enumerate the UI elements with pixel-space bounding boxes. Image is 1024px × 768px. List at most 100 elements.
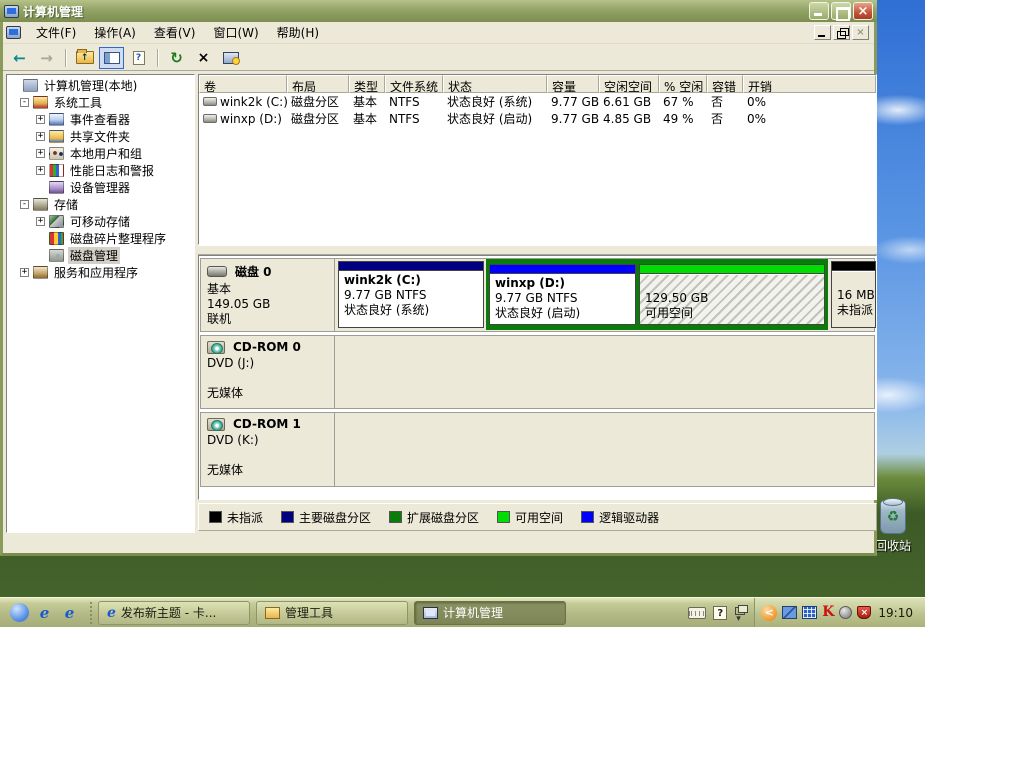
mdi-close-button[interactable]: × bbox=[852, 25, 869, 40]
unallocated-region[interactable]: 16 MB 未指派 bbox=[831, 261, 876, 328]
clock[interactable]: 19:10 bbox=[876, 606, 917, 620]
internet-explorer-icon[interactable]: e bbox=[35, 603, 54, 622]
expand-icon[interactable]: + bbox=[36, 166, 45, 175]
expand-icon[interactable]: + bbox=[36, 149, 45, 158]
tree-item-storage[interactable]: - 存储 bbox=[7, 196, 194, 213]
column-header-faulttolerance[interactable]: 容错 bbox=[707, 75, 743, 93]
menu-view[interactable]: 查看(V) bbox=[145, 21, 205, 44]
tree-item-local-users-groups[interactable]: + 本地用户和组 bbox=[7, 145, 194, 162]
mdi-minimize-button[interactable] bbox=[814, 25, 831, 40]
volume-list: 卷 布局 类型 文件系统 状态 容量 空闲空间 % 空闲 容错 开销 wink2… bbox=[198, 74, 877, 245]
disk0-row: 磁盘 0 基本 149.05 GB 联机 wink2k (C:) 9.77 GB… bbox=[200, 258, 876, 332]
tree-item-label[interactable]: 磁盘碎片整理程序 bbox=[68, 230, 168, 247]
menu-help[interactable]: 帮助(H) bbox=[268, 21, 328, 44]
properties-button[interactable]: ? bbox=[126, 47, 151, 69]
column-header-filesystem[interactable]: 文件系统 bbox=[385, 75, 443, 93]
volume-cell: 4.85 GB bbox=[603, 111, 652, 126]
free-space-region[interactable]: 129.50 GB 可用空间 bbox=[639, 264, 825, 325]
column-header-status[interactable]: 状态 bbox=[443, 75, 547, 93]
menu-window[interactable]: 窗口(W) bbox=[204, 21, 267, 44]
cdrom0-header[interactable]: CD-ROM 0 DVD (J:) 无媒体 bbox=[201, 336, 335, 408]
cdrom0-media: 无媒体 bbox=[207, 386, 244, 400]
maximize-button[interactable] bbox=[831, 2, 851, 21]
column-header-percentfree[interactable]: % 空闲 bbox=[659, 75, 707, 93]
column-header-overhead[interactable]: 开销 bbox=[743, 75, 876, 93]
tree-item-services-applications[interactable]: + 服务和应用程序 bbox=[7, 264, 194, 281]
cdrom1-media: 无媒体 bbox=[207, 463, 244, 477]
task-button-forum-post[interactable]: e 发布新主题 - 卡... bbox=[98, 600, 250, 625]
column-header-type[interactable]: 类型 bbox=[349, 75, 385, 93]
menu-file[interactable]: 文件(F) bbox=[27, 21, 85, 44]
task-button-computer-management[interactable]: 计算机管理 bbox=[414, 600, 566, 625]
tree-item-system-tools[interactable]: - 系统工具 bbox=[7, 94, 194, 111]
tree-item-disk-defragmenter[interactable]: 磁盘碎片整理程序 bbox=[7, 230, 194, 247]
cdrom1-header[interactable]: CD-ROM 1 DVD (K:) 无媒体 bbox=[201, 413, 335, 486]
close-button[interactable]: × bbox=[853, 2, 873, 20]
cdrom0-name: CD-ROM 0 bbox=[233, 340, 301, 354]
tree-item-label[interactable]: 系统工具 bbox=[52, 94, 104, 111]
title-bar[interactable]: 计算机管理 × bbox=[0, 0, 877, 22]
tree-item-label[interactable]: 磁盘管理 bbox=[68, 247, 121, 264]
task-button-admin-tools[interactable]: 管理工具 bbox=[256, 600, 408, 625]
volume-row-winxp[interactable]: winxp (D:) 磁盘分区 基本 NTFS 状态良好 (启动) 9.77 G… bbox=[199, 110, 876, 127]
firewall-icon[interactable] bbox=[802, 606, 818, 619]
tree-item-removable-storage[interactable]: + 可移动存储 bbox=[7, 213, 194, 230]
keyboard-layout-icon[interactable] bbox=[688, 606, 707, 619]
tree-item-label[interactable]: 事件查看器 bbox=[68, 111, 132, 128]
tree-item-computer-management[interactable]: 计算机管理(本地) bbox=[7, 77, 194, 94]
language-bar-restore-icon[interactable]: ▾ bbox=[734, 604, 749, 624]
column-header-volume[interactable]: 卷 bbox=[199, 75, 287, 93]
volume-icon[interactable] bbox=[839, 606, 853, 619]
column-header-layout[interactable]: 布局 bbox=[287, 75, 349, 93]
expand-icon[interactable]: + bbox=[20, 268, 29, 277]
volume-cell: 基本 bbox=[353, 95, 378, 109]
tree-item-label[interactable]: 服务和应用程序 bbox=[52, 264, 140, 281]
tree-item-label[interactable]: 本地用户和组 bbox=[68, 145, 144, 162]
tree-item-label[interactable]: 性能日志和警报 bbox=[68, 162, 156, 179]
partition-wink2k[interactable]: wink2k (C:) 9.77 GB NTFS 状态良好 (系统) bbox=[338, 261, 484, 328]
hide-icons-chevron[interactable]: < bbox=[761, 604, 778, 621]
system-tools-icon bbox=[33, 96, 48, 109]
network-icon[interactable] bbox=[782, 606, 798, 619]
collapse-icon[interactable]: - bbox=[20, 98, 29, 107]
refresh-button[interactable]: ↻ bbox=[164, 47, 189, 69]
volume-row-wink2k[interactable]: wink2k (C:) 磁盘分区 基本 NTFS 状态良好 (系统) 9.77 … bbox=[199, 93, 876, 110]
volume-cell: 磁盘分区 bbox=[291, 112, 340, 126]
tree-item-event-viewer[interactable]: + 事件查看器 bbox=[7, 111, 194, 128]
security-alert-icon[interactable]: × bbox=[857, 606, 872, 619]
back-button[interactable]: ← bbox=[7, 47, 32, 69]
up-one-level-button[interactable]: ↑ bbox=[72, 47, 97, 69]
mdi-restore-button[interactable] bbox=[833, 25, 850, 40]
kaspersky-icon[interactable]: K bbox=[822, 605, 834, 619]
tree-item-label[interactable]: 可移动存储 bbox=[68, 213, 132, 230]
messenger-icon[interactable] bbox=[10, 603, 29, 622]
views-button[interactable] bbox=[218, 47, 243, 69]
cdrom1-name: CD-ROM 1 bbox=[233, 417, 301, 431]
show-console-tree-button[interactable] bbox=[99, 46, 124, 69]
collapse-icon[interactable]: - bbox=[20, 200, 29, 209]
disk-icon bbox=[207, 266, 227, 277]
browser-icon[interactable]: e bbox=[60, 603, 79, 622]
menu-action[interactable]: 操作(A) bbox=[85, 21, 145, 44]
recycle-bin-icon[interactable]: ♻ bbox=[880, 498, 906, 534]
tree-item-disk-management[interactable]: 磁盘管理 bbox=[7, 247, 194, 264]
tree-item-performance-logs[interactable]: + 性能日志和警报 bbox=[7, 162, 194, 179]
tree-item-shared-folders[interactable]: + 共享文件夹 bbox=[7, 128, 194, 145]
tree-item-label[interactable]: 存储 bbox=[52, 196, 80, 213]
tree-item-label[interactable]: 计算机管理(本地) bbox=[42, 77, 139, 94]
tree-item-device-manager[interactable]: 设备管理器 bbox=[7, 179, 194, 196]
expand-icon[interactable]: + bbox=[36, 217, 45, 226]
forward-button[interactable]: → bbox=[34, 47, 59, 69]
delete-button[interactable]: × bbox=[191, 47, 216, 69]
minimize-button[interactable] bbox=[809, 2, 829, 20]
tree-item-label[interactable]: 共享文件夹 bbox=[68, 128, 132, 145]
tree-item-label[interactable]: 设备管理器 bbox=[68, 179, 132, 196]
column-header-freespace[interactable]: 空闲空间 bbox=[599, 75, 659, 93]
partition-winxp[interactable]: winxp (D:) 9.77 GB NTFS 状态良好 (启动) bbox=[489, 264, 636, 325]
expand-icon[interactable]: + bbox=[36, 115, 45, 124]
disk0-header[interactable]: 磁盘 0 基本 149.05 GB 联机 bbox=[201, 259, 335, 331]
pane-splitter[interactable] bbox=[198, 245, 877, 255]
language-help-icon[interactable]: ? bbox=[713, 605, 728, 620]
expand-icon[interactable]: + bbox=[36, 132, 45, 141]
column-header-capacity[interactable]: 容量 bbox=[547, 75, 599, 93]
